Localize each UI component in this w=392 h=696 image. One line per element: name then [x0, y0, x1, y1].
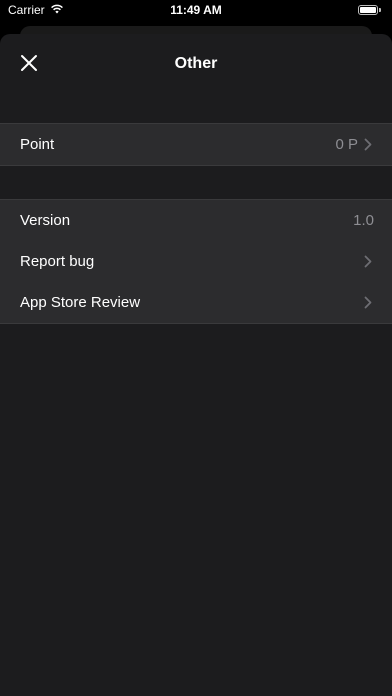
points-group: Point 0 P	[0, 123, 392, 166]
report-bug-label: Report bug	[20, 253, 95, 270]
point-label: Point	[20, 136, 55, 153]
chevron-right-icon	[364, 138, 374, 152]
status-bar: Carrier 11:49 AM	[0, 0, 392, 22]
settings-sheet: Other Point 0 P Version 1.0 Report bug A…	[0, 34, 392, 696]
chevron-right-icon	[364, 296, 374, 310]
battery-cap	[379, 8, 381, 12]
version-row: Version 1.0	[0, 200, 392, 241]
page-title: Other	[174, 55, 218, 72]
version-label: Version	[20, 212, 71, 229]
point-value: 0 P	[335, 136, 358, 153]
report-bug-row[interactable]: Report bug	[0, 241, 392, 282]
status-time: 11:49 AM	[170, 3, 222, 17]
navigation-bar: Other	[0, 34, 392, 96]
chevron-right-icon	[364, 255, 374, 269]
point-row[interactable]: Point 0 P	[0, 124, 392, 165]
app-store-review-label: App Store Review	[20, 294, 141, 311]
app-store-review-row[interactable]: App Store Review	[0, 282, 392, 323]
battery-icon	[358, 5, 378, 15]
version-value: 1.0	[353, 212, 374, 229]
info-group: Version 1.0 Report bug App Store Review	[0, 199, 392, 324]
